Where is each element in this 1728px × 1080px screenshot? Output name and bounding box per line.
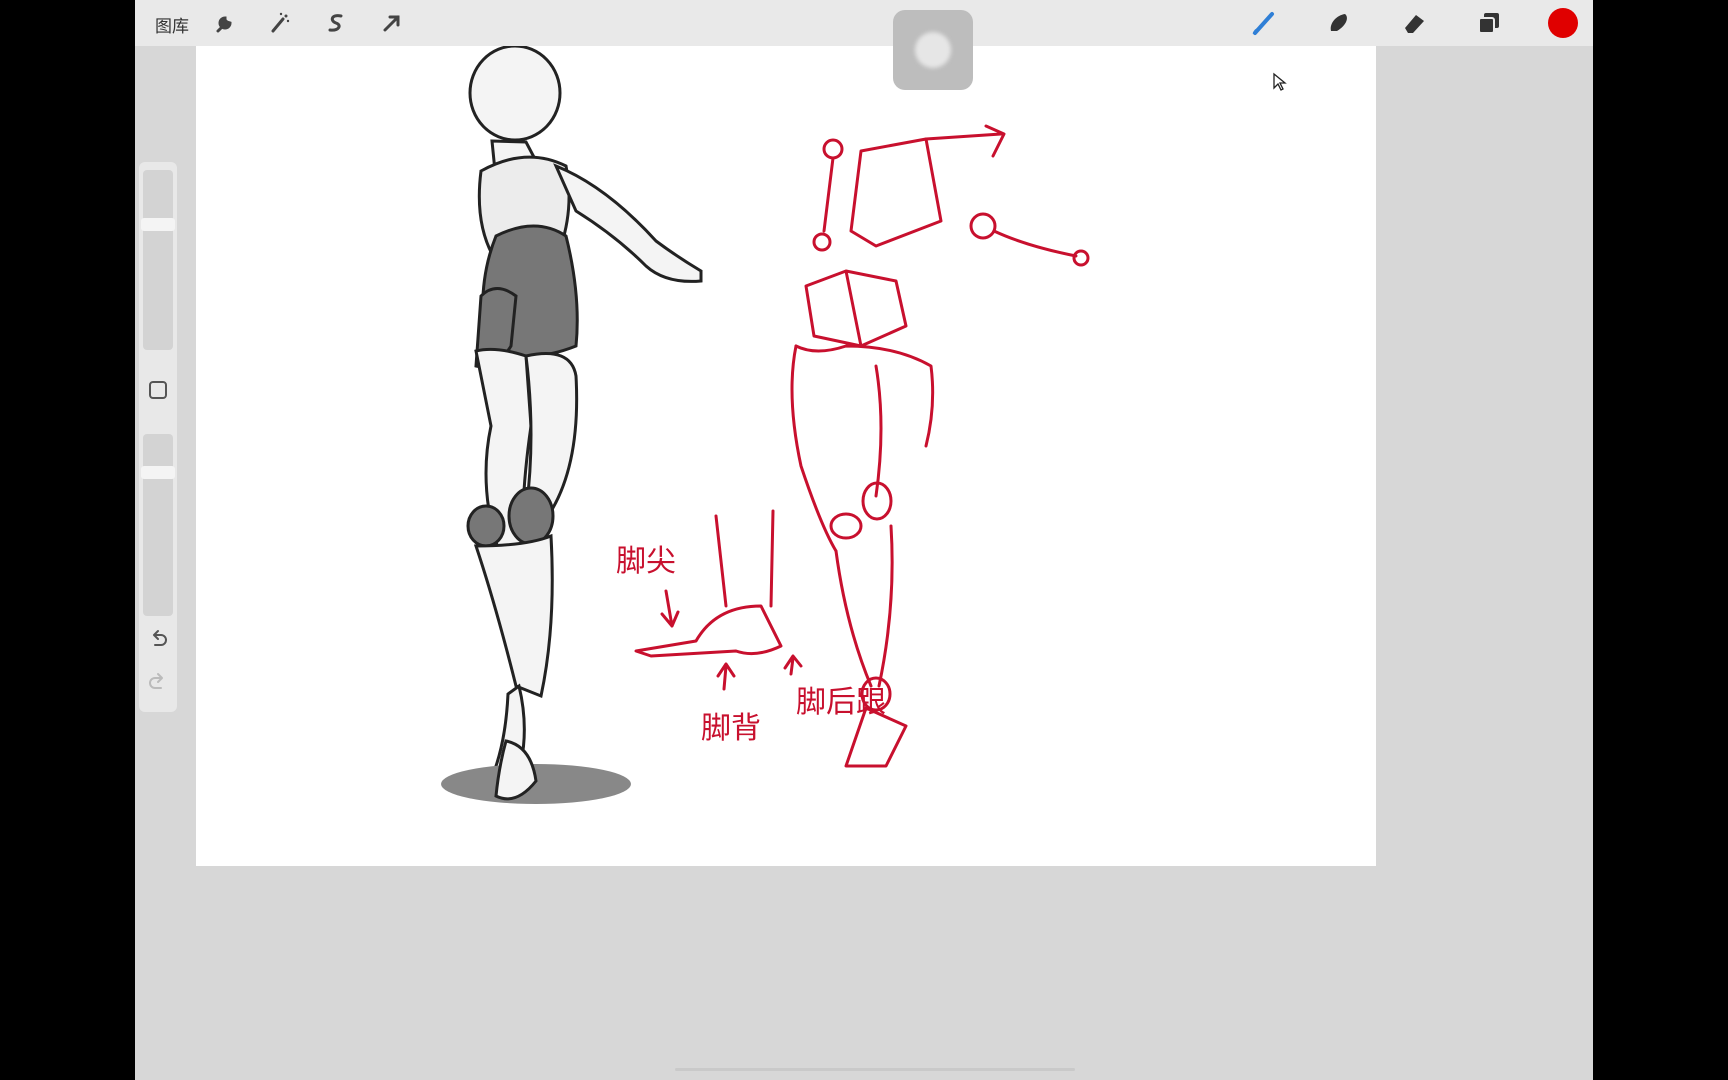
home-indicator	[675, 1068, 1075, 1071]
instep-annotation: 脚背	[701, 711, 761, 746]
smudge-icon[interactable]	[1325, 9, 1353, 37]
wrench-icon[interactable]	[210, 9, 238, 37]
selection-icon[interactable]	[322, 9, 350, 37]
brush-size-slider[interactable]	[141, 170, 175, 350]
toe-annotation: 脚尖	[616, 544, 676, 579]
layers-icon[interactable]	[1475, 9, 1503, 37]
magic-wand-icon[interactable]	[266, 9, 294, 37]
procreate-app: 图库 脚尖 脚背 脚后跟	[135, 0, 1593, 1080]
brush-sidebar	[139, 162, 177, 712]
eraser-icon[interactable]	[1400, 9, 1428, 37]
opacity-slider[interactable]	[141, 434, 175, 616]
drawing-canvas[interactable]: 脚尖 脚背 脚后跟	[196, 44, 1376, 866]
modify-button-dot	[915, 32, 951, 68]
gallery-button[interactable]: 图库	[155, 12, 189, 37]
color-swatch[interactable]	[1548, 8, 1578, 38]
transform-arrow-icon[interactable]	[378, 9, 406, 37]
redo-button[interactable]	[146, 669, 170, 693]
brush-size-handle[interactable]	[141, 218, 175, 231]
top-toolbar: 图库	[135, 0, 1593, 46]
reference-figure	[441, 44, 703, 804]
opacity-handle[interactable]	[141, 466, 175, 479]
heel-annotation: 脚后跟	[796, 685, 886, 720]
brush-icon[interactable]	[1250, 9, 1278, 37]
modify-button[interactable]	[893, 10, 973, 90]
modify-square-button[interactable]	[148, 380, 168, 400]
mouse-cursor-icon	[1273, 72, 1287, 91]
undo-button[interactable]	[146, 626, 170, 650]
construction-sketch	[634, 124, 1090, 768]
